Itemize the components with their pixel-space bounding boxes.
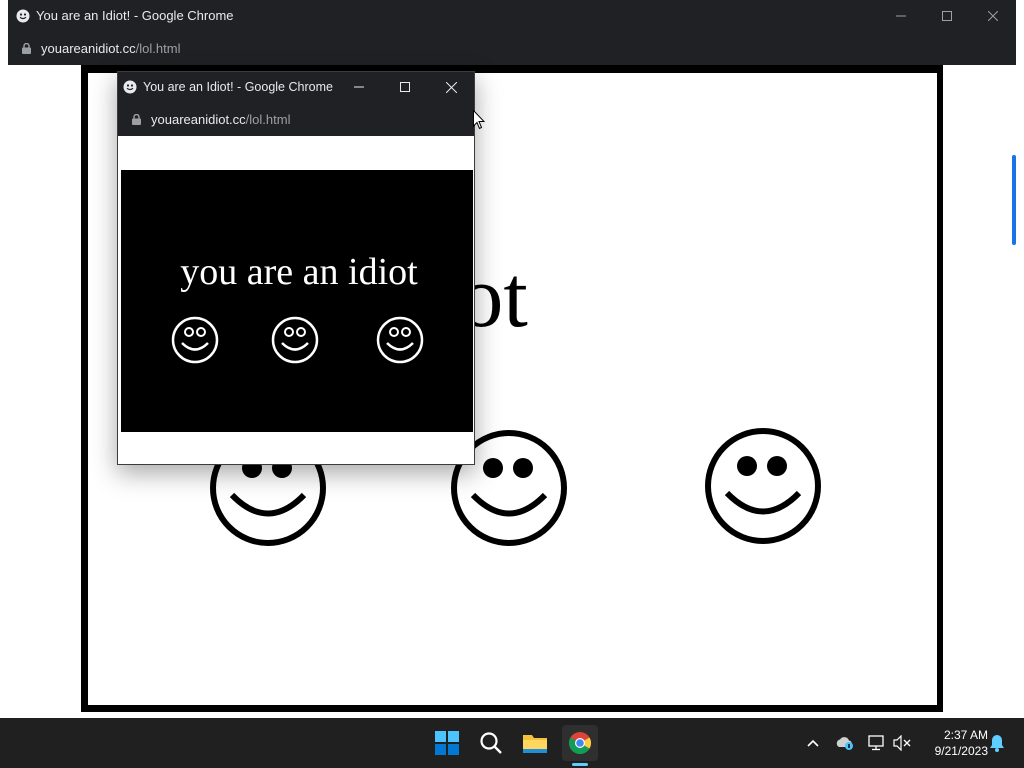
back-window-titlebar[interactable]: You are an Idiot! - Google Chrome: [8, 0, 1016, 31]
notifications-button[interactable]: [986, 732, 1008, 754]
popup-address-bar[interactable]: youareanidiot.cc/lol.html: [118, 102, 474, 136]
popup-viewport: you are an idiot: [118, 136, 474, 464]
network-icon: [868, 735, 884, 751]
notification-bell-icon: [990, 735, 1004, 752]
search-icon: [480, 732, 502, 754]
smiley-favicon-icon: [123, 80, 137, 94]
clock-time: 2:37 AM: [943, 728, 988, 742]
popup-window-title: You are an Idiot! - Google Chrome: [143, 80, 333, 94]
chevron-up-icon: [807, 739, 819, 747]
network-button[interactable]: [866, 732, 888, 754]
file-explorer-icon: [523, 735, 547, 753]
volume-button[interactable]: [891, 732, 913, 754]
file-explorer-button[interactable]: [519, 727, 551, 759]
small-smiley-icon-1: [171, 316, 219, 364]
mouse-cursor-icon: [473, 110, 485, 130]
small-smiley-icon-3: [376, 316, 424, 364]
clock-date: 9/21/2023: [934, 744, 988, 758]
maximize-button[interactable]: [924, 0, 970, 31]
minimize-button[interactable]: [878, 0, 924, 31]
lock-icon: [132, 113, 141, 125]
volume-muted-icon: [893, 735, 911, 751]
popup-close-button[interactable]: [428, 72, 474, 102]
popup-titlebar[interactable]: You are an Idiot! - Google Chrome: [118, 72, 474, 102]
popup-message-text: you are an idiot: [180, 251, 418, 293]
search-button[interactable]: [475, 727, 507, 759]
onedrive-icon: [836, 737, 853, 750]
chrome-icon: [569, 732, 591, 754]
start-icon: [435, 731, 459, 755]
popup-browser-window: You are an Idiot! - Google Chrome youare…: [117, 71, 475, 465]
scrollbar-accent[interactable]: [1012, 155, 1016, 245]
big-smiley-icon-3: [705, 428, 821, 544]
show-hidden-icons-button[interactable]: [802, 732, 824, 754]
chrome-active-indicator: [572, 763, 588, 766]
clock[interactable]: 2:37 AM 9/21/2023: [918, 727, 988, 759]
popup-black-page: you are an idiot: [121, 170, 473, 432]
close-button[interactable]: [970, 0, 1016, 31]
popup-maximize-button[interactable]: [382, 72, 428, 102]
popup-minimize-button[interactable]: [336, 72, 382, 102]
url-path: /lol.html: [245, 111, 291, 127]
smiley-favicon-icon: [16, 9, 30, 23]
small-smiley-icon-2: [271, 316, 319, 364]
onedrive-button[interactable]: [834, 732, 856, 754]
back-window-address-bar[interactable]: youareanidiot.cc/lol.html: [8, 31, 1016, 65]
start-button[interactable]: [431, 727, 463, 759]
url-path: /lol.html: [135, 40, 181, 56]
url-domain: youareanidiot.cc: [151, 111, 246, 127]
url-domain: youareanidiot.cc: [41, 40, 136, 56]
taskbar: 2:37 AM 9/21/2023: [0, 718, 1024, 768]
chrome-button[interactable]: [562, 725, 598, 766]
lock-icon: [22, 42, 31, 54]
back-window-title: You are an Idiot! - Google Chrome: [36, 8, 234, 23]
